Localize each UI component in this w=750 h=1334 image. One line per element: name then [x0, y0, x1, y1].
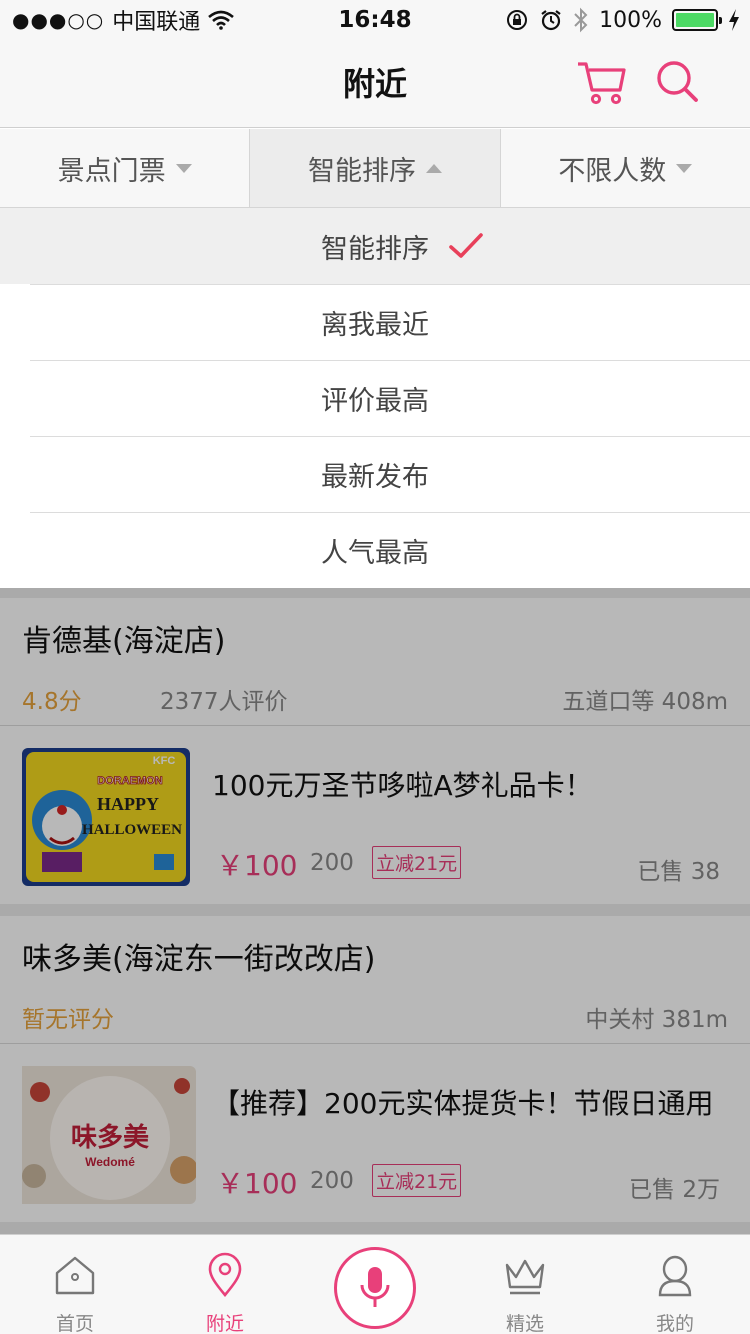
tab-home[interactable]: 首页: [25, 1235, 125, 1334]
sort-option-label: 离我最近: [321, 309, 429, 341]
status-right: 100%: [505, 7, 740, 33]
triangle-down-icon: [676, 163, 693, 173]
tab-featured[interactable]: 精选: [475, 1235, 575, 1334]
battery-level-fill: [676, 13, 714, 27]
user-icon: [658, 1255, 692, 1297]
search-icon[interactable]: [650, 54, 706, 110]
location-pin-icon: [208, 1252, 242, 1298]
tab-bar: 首页 附近 精选 我的: [0, 1234, 750, 1334]
tab-nearby[interactable]: 附近: [175, 1235, 275, 1334]
filter-tab-category[interactable]: 景点门票: [0, 129, 251, 207]
tab-label: 附近: [205, 1313, 244, 1334]
rotation-lock-icon: [507, 10, 528, 30]
status-bar: ●●●○○ 中国联通 16:48 100%: [0, 0, 750, 40]
sort-option-label: 人气最高: [321, 537, 429, 569]
tab-label: 首页: [55, 1313, 94, 1334]
dropdown-backdrop[interactable]: [0, 588, 750, 1234]
bluetooth-icon: [574, 7, 588, 33]
sort-option-popular[interactable]: 人气最高: [0, 512, 750, 588]
page-title: 附近: [342, 65, 407, 103]
microphone-icon: [360, 1267, 390, 1307]
sort-option-label: 评价最高: [321, 385, 429, 417]
checkmark-icon: [449, 233, 483, 258]
home-icon: [55, 1256, 95, 1295]
voice-button[interactable]: [334, 1247, 416, 1329]
alarm-icon: [541, 10, 561, 31]
triangle-down-icon: [175, 163, 192, 173]
sort-option-label: 智能排序: [321, 233, 429, 265]
cart-icon[interactable]: [574, 54, 630, 110]
battery-percent: 100%: [599, 7, 662, 33]
sort-option-newest[interactable]: 最新发布: [0, 436, 750, 512]
filter-tab-people[interactable]: 不限人数: [501, 129, 750, 207]
filter-tab-label: 智能排序: [307, 155, 416, 187]
charging-icon: [729, 9, 739, 31]
sort-option-label: 最新发布: [321, 461, 429, 493]
tab-label: 精选: [505, 1313, 544, 1334]
tab-label: 我的: [655, 1313, 694, 1334]
battery-icon: [672, 9, 722, 31]
tab-profile[interactable]: 我的: [625, 1235, 725, 1334]
nav-bar: 附近: [0, 40, 750, 128]
triangle-up-icon: [425, 163, 442, 173]
sort-option-top-rated[interactable]: 评价最高: [0, 360, 750, 436]
crown-icon: [505, 1259, 545, 1295]
filter-tab-label: 不限人数: [558, 155, 667, 187]
filter-tab-sort[interactable]: 智能排序: [250, 129, 501, 207]
sort-dropdown: 智能排序 离我最近 评价最高 最新发布 人气最高: [0, 208, 750, 588]
sort-option-nearest[interactable]: 离我最近: [0, 284, 750, 360]
filter-tab-label: 景点门票: [57, 155, 166, 187]
sort-option-smart[interactable]: 智能排序: [0, 208, 750, 284]
filter-bar: 景点门票 智能排序 不限人数: [0, 129, 750, 208]
